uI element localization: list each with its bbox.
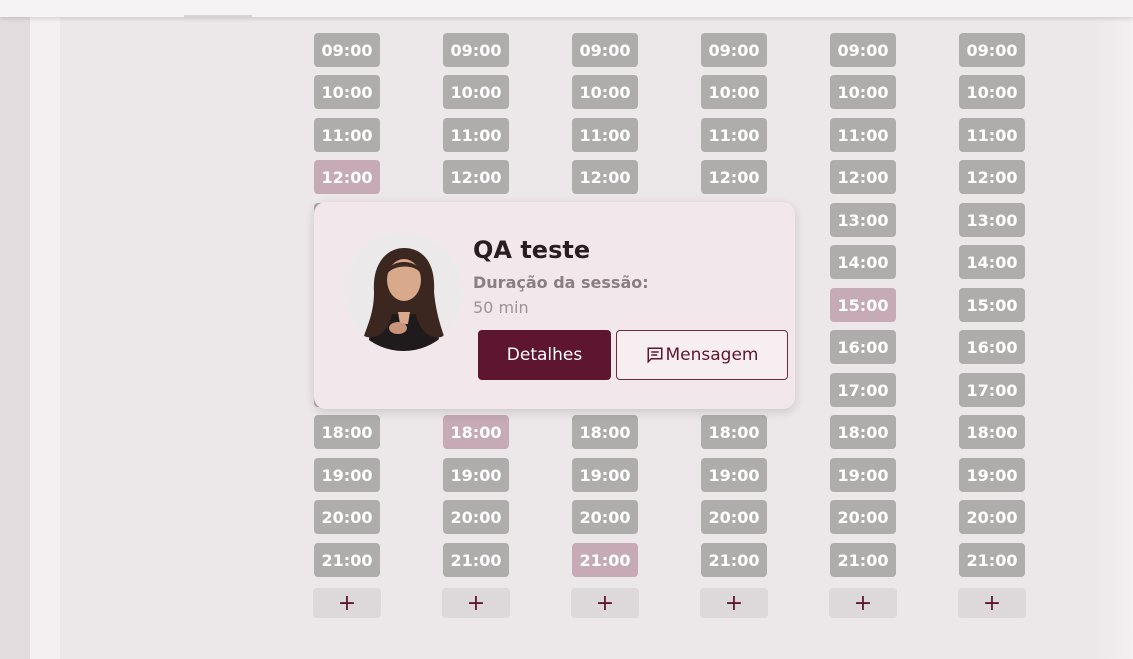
time-slot[interactable]: 20:00 bbox=[959, 500, 1025, 534]
time-slot[interactable]: 10:00 bbox=[959, 75, 1025, 109]
time-slot[interactable]: 12:00 bbox=[701, 160, 767, 194]
session-popup: QA teste Duração da sessão: 50 min Detal… bbox=[314, 202, 795, 409]
time-slot[interactable]: 13:00 bbox=[959, 203, 1025, 237]
add-slot-button[interactable]: + bbox=[313, 588, 381, 618]
top-bar bbox=[0, 0, 1133, 17]
time-slot[interactable]: 14:00 bbox=[830, 245, 896, 279]
time-slot[interactable]: 20:00 bbox=[572, 500, 638, 534]
time-slot[interactable]: 20:00 bbox=[830, 500, 896, 534]
time-slot[interactable]: 21:00 bbox=[443, 543, 509, 577]
session-duration-value: 50 min bbox=[473, 298, 529, 317]
message-icon bbox=[646, 346, 664, 364]
time-slot[interactable]: 21:00 bbox=[830, 543, 896, 577]
right-shade bbox=[1093, 0, 1133, 659]
time-slot[interactable]: 12:00 bbox=[830, 160, 896, 194]
avatar bbox=[344, 232, 463, 351]
time-slot[interactable]: 16:00 bbox=[830, 330, 896, 364]
time-slot[interactable]: 09:00 bbox=[314, 33, 380, 67]
time-slot[interactable]: 21:00 bbox=[314, 543, 380, 577]
time-slot[interactable]: 10:00 bbox=[830, 75, 896, 109]
booked-time-slot[interactable]: 18:00 bbox=[443, 415, 509, 449]
time-slot[interactable]: 15:00 bbox=[959, 288, 1025, 322]
time-slot[interactable]: 17:00 bbox=[830, 373, 896, 407]
left-panel bbox=[30, 0, 60, 659]
time-slot[interactable]: 11:00 bbox=[572, 118, 638, 152]
left-rail bbox=[0, 0, 30, 659]
booked-time-slot[interactable]: 12:00 bbox=[314, 160, 380, 194]
time-slot[interactable]: 21:00 bbox=[701, 543, 767, 577]
details-button[interactable]: Detalhes bbox=[478, 330, 611, 380]
time-slot[interactable]: 10:00 bbox=[572, 75, 638, 109]
time-slot[interactable]: 12:00 bbox=[959, 160, 1025, 194]
add-slot-button[interactable]: + bbox=[442, 588, 510, 618]
time-slot[interactable]: 21:00 bbox=[959, 543, 1025, 577]
message-button[interactable]: Mensagem bbox=[616, 330, 788, 380]
time-slot[interactable]: 09:00 bbox=[959, 33, 1025, 67]
time-slot[interactable]: 18:00 bbox=[572, 415, 638, 449]
time-slot[interactable]: 09:00 bbox=[443, 33, 509, 67]
time-slot[interactable]: 20:00 bbox=[443, 500, 509, 534]
message-button-label: Mensagem bbox=[665, 345, 759, 365]
time-slot[interactable]: 12:00 bbox=[443, 160, 509, 194]
details-button-label: Detalhes bbox=[506, 345, 583, 365]
time-slot[interactable]: 09:00 bbox=[830, 33, 896, 67]
add-slot-button[interactable]: + bbox=[829, 588, 897, 618]
time-slot[interactable]: 09:00 bbox=[701, 33, 767, 67]
time-slot[interactable]: 18:00 bbox=[701, 415, 767, 449]
time-slot[interactable]: 11:00 bbox=[830, 118, 896, 152]
add-slot-button[interactable]: + bbox=[700, 588, 768, 618]
time-slot[interactable]: 10:00 bbox=[314, 75, 380, 109]
time-slot[interactable]: 20:00 bbox=[314, 500, 380, 534]
time-slot[interactable]: 19:00 bbox=[314, 458, 380, 492]
time-slot[interactable]: 17:00 bbox=[959, 373, 1025, 407]
time-slot[interactable]: 11:00 bbox=[314, 118, 380, 152]
time-slot[interactable]: 19:00 bbox=[830, 458, 896, 492]
time-slot[interactable]: 11:00 bbox=[443, 118, 509, 152]
session-duration-label: Duração da sessão: bbox=[473, 273, 649, 292]
time-slot[interactable]: 14:00 bbox=[959, 245, 1025, 279]
time-slot[interactable]: 19:00 bbox=[572, 458, 638, 492]
time-slot[interactable]: 18:00 bbox=[959, 415, 1025, 449]
booked-time-slot[interactable]: 15:00 bbox=[830, 288, 896, 322]
top-bar-tab[interactable] bbox=[184, 15, 252, 17]
time-slot[interactable]: 18:00 bbox=[314, 415, 380, 449]
booked-time-slot[interactable]: 21:00 bbox=[572, 543, 638, 577]
time-slot[interactable]: 19:00 bbox=[443, 458, 509, 492]
time-slot[interactable]: 13:00 bbox=[830, 203, 896, 237]
time-slot[interactable]: 19:00 bbox=[959, 458, 1025, 492]
time-slot[interactable]: 16:00 bbox=[959, 330, 1025, 364]
time-slot[interactable]: 09:00 bbox=[572, 33, 638, 67]
client-name: QA teste bbox=[473, 236, 591, 264]
time-slot[interactable]: 18:00 bbox=[830, 415, 896, 449]
time-slot[interactable]: 10:00 bbox=[701, 75, 767, 109]
time-slot[interactable]: 19:00 bbox=[701, 458, 767, 492]
add-slot-button[interactable]: + bbox=[958, 588, 1026, 618]
time-slot[interactable]: 20:00 bbox=[701, 500, 767, 534]
time-slot[interactable]: 10:00 bbox=[443, 75, 509, 109]
time-slot[interactable]: 12:00 bbox=[572, 160, 638, 194]
add-slot-button[interactable]: + bbox=[571, 588, 639, 618]
time-slot[interactable]: 11:00 bbox=[959, 118, 1025, 152]
time-slot[interactable]: 11:00 bbox=[701, 118, 767, 152]
